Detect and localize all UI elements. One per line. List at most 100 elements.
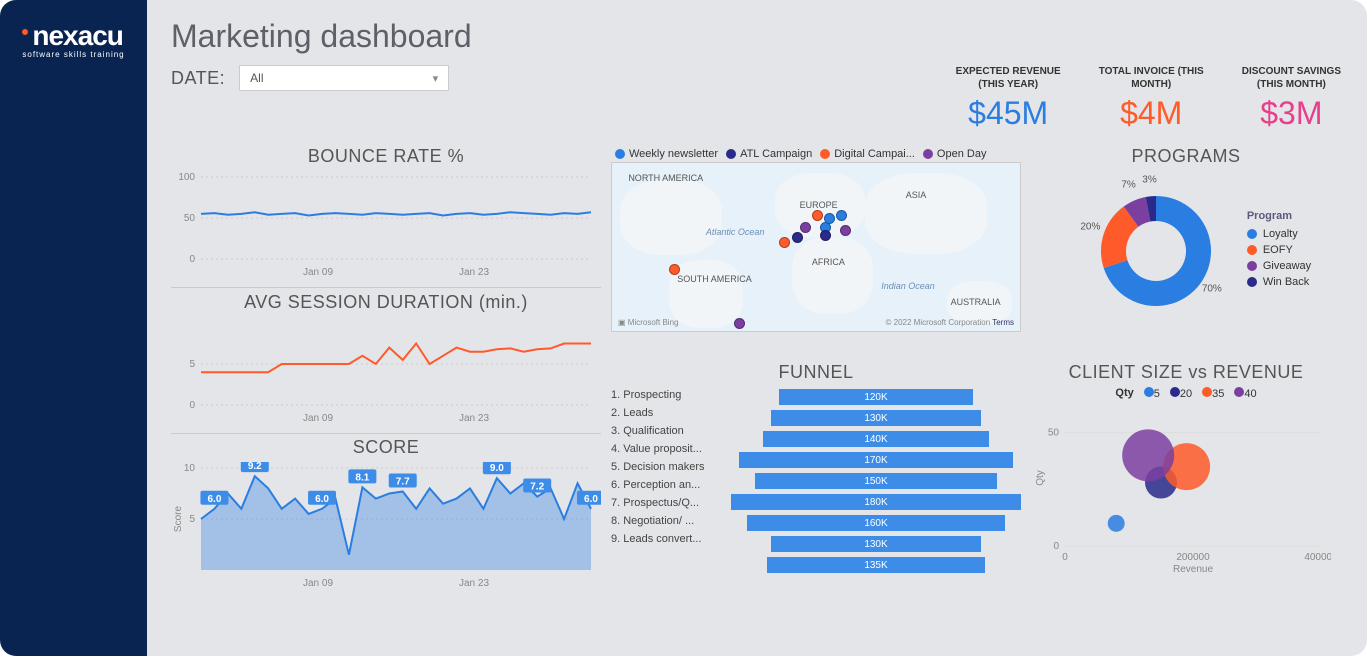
map-region-label: EUROPE (800, 200, 838, 210)
programs-legend-item[interactable]: Win Back (1247, 276, 1311, 288)
map-datapoint[interactable] (669, 264, 680, 275)
svg-text:Jan 23: Jan 23 (459, 578, 489, 589)
map-legend-item[interactable]: Open Day (923, 148, 987, 160)
funnel-bar[interactable]: 170K (739, 452, 1013, 468)
funnel-bar[interactable]: 120K (779, 389, 972, 405)
client-chart[interactable]: 0 50 0 200000 400000 Revenue Qty (1031, 404, 1341, 574)
funnel-bar[interactable]: 160K (747, 515, 1005, 531)
svg-text:Qty: Qty (1035, 470, 1046, 486)
map-datapoint[interactable] (840, 225, 851, 236)
programs-legend: Program Loyalty EOFY Giveaway Win Back (1247, 210, 1311, 292)
funnel-stage-label: 5. Decision makers (611, 461, 731, 473)
map-datapoint[interactable] (734, 318, 745, 329)
funnel-bar[interactable]: 180K (731, 494, 1021, 510)
funnel-stage-label: 9. Leads convert... (611, 533, 731, 545)
col-timeseries: BOUNCE RATE % 050100Jan 09Jan 23 AVG SES… (171, 146, 601, 592)
svg-text:0: 0 (189, 254, 195, 265)
client-legend-item[interactable]: 40 (1234, 387, 1256, 400)
svg-text:5: 5 (189, 359, 195, 370)
map-datapoint[interactable] (792, 232, 803, 243)
kpi-value: $3M (1242, 95, 1341, 132)
sidebar: nexacu software skills training (0, 0, 147, 656)
bounce-title: BOUNCE RATE % (171, 146, 601, 167)
funnel-stage-label: 7. Prospectus/Q... (611, 497, 731, 509)
client-legend-item[interactable]: 5 (1144, 387, 1160, 400)
bounce-chart[interactable]: 050100Jan 09Jan 23 (171, 171, 601, 281)
map-region-label: ASIA (906, 190, 927, 200)
svg-text:200000: 200000 (1176, 552, 1210, 563)
programs-legend-item[interactable]: Loyalty (1247, 228, 1311, 240)
svg-text:10: 10 (184, 463, 196, 474)
funnel-stage-label: 1. Prospecting (611, 389, 731, 401)
funnel-bar[interactable]: 135K (767, 557, 985, 573)
date-label: DATE: (171, 68, 225, 89)
funnel-stage-label: 3. Qualification (611, 425, 731, 437)
kpi-label: TOTAL INVOICE (THISMONTH) (1099, 65, 1204, 91)
svg-text:100: 100 (178, 172, 195, 183)
date-dropdown-value: All (250, 71, 263, 85)
svg-text:7.7: 7.7 (396, 476, 410, 487)
svg-text:9.0: 9.0 (490, 463, 504, 474)
funnel-chart[interactable]: 1. Prospecting2. Leads3. Qualification4.… (611, 387, 1021, 573)
session-chart[interactable]: 05Jan 09Jan 23 (171, 317, 601, 427)
client-legend: Qty5203540 (1031, 387, 1341, 400)
programs-legend-item[interactable]: Giveaway (1247, 260, 1311, 272)
map-datapoint[interactable] (779, 237, 790, 248)
programs-legend-item[interactable]: EOFY (1247, 244, 1311, 256)
kpi-value: $4M (1099, 95, 1204, 132)
svg-text:20%: 20% (1080, 222, 1100, 233)
funnel-stage-label: 4. Value proposit... (611, 443, 731, 455)
svg-text:Jan 23: Jan 23 (459, 267, 489, 278)
map-attrib-copy: © 2022 Microsoft Corporation Terms (886, 318, 1014, 327)
funnel-bar[interactable]: 140K (763, 431, 989, 447)
map-datapoint[interactable] (800, 222, 811, 233)
kpi-row: EXPECTED REVENUE(THIS YEAR) $45M TOTAL IN… (956, 65, 1341, 132)
programs-chart[interactable]: 70% 20% 7% 3% Program Loyalty EOFY Giveaway Win… (1031, 171, 1341, 331)
programs-legend-title: Program (1247, 210, 1311, 222)
kpi-value: $45M (956, 95, 1061, 132)
svg-text:6.0: 6.0 (315, 494, 329, 505)
svg-text:8.1: 8.1 (355, 472, 369, 483)
kpi-card: TOTAL INVOICE (THISMONTH) $4M (1099, 65, 1204, 132)
map-legend-item[interactable]: Weekly newsletter (615, 148, 718, 160)
svg-text:50: 50 (184, 213, 196, 224)
map-region-label: AFRICA (812, 257, 845, 267)
map-visual[interactable]: NORTH AMERICASOUTH AMERICAEUROPEAFRICAAS… (611, 162, 1021, 332)
client-title: CLIENT SIZE vs REVENUE (1031, 362, 1341, 383)
funnel-bar[interactable]: 130K (771, 536, 980, 552)
svg-text:50: 50 (1048, 428, 1060, 439)
svg-text:Revenue: Revenue (1173, 564, 1213, 574)
svg-text:6.0: 6.0 (584, 494, 598, 505)
svg-text:0: 0 (189, 400, 195, 411)
funnel-stage-label: 8. Negotiation/ ... (611, 515, 731, 527)
svg-text:7%: 7% (1121, 180, 1136, 191)
funnel-bar[interactable]: 150K (755, 473, 997, 489)
svg-text:3%: 3% (1142, 174, 1157, 185)
svg-text:0: 0 (1053, 541, 1059, 552)
client-legend-item[interactable]: 35 (1202, 387, 1224, 400)
score-title: SCORE (171, 437, 601, 458)
svg-text:400000: 400000 (1304, 552, 1331, 563)
map-legend-item[interactable]: Digital Campai... (820, 148, 915, 160)
kpi-card: EXPECTED REVENUE(THIS YEAR) $45M (956, 65, 1061, 132)
funnel-title: FUNNEL (611, 362, 1021, 383)
funnel-card: FUNNEL 1. Prospecting2. Leads3. Qualific… (611, 362, 1021, 592)
dashboard-root: nexacu software skills training Marketin… (0, 0, 1367, 656)
map-datapoint[interactable] (812, 210, 823, 221)
svg-text:6.0: 6.0 (207, 494, 221, 505)
funnel-bar[interactable]: 130K (771, 410, 980, 426)
svg-text:7.2: 7.2 (530, 482, 544, 493)
map-legend: Weekly newsletter ATL Campaign Digital Cam… (611, 146, 1021, 162)
date-dropdown[interactable]: All ▾ (239, 65, 449, 91)
svg-text:Jan 09: Jan 09 (303, 413, 333, 424)
client-legend-item[interactable]: 20 (1170, 387, 1192, 400)
svg-text:70%: 70% (1202, 284, 1222, 295)
score-chart[interactable]: 510Jan 09Jan 23Score6.09.26.08.17.79.07.… (171, 462, 601, 592)
svg-text:0: 0 (1062, 552, 1068, 563)
svg-text:Jan 09: Jan 09 (303, 578, 333, 589)
map-terms-link[interactable]: Terms (992, 318, 1014, 327)
map-legend-item[interactable]: ATL Campaign (726, 148, 812, 160)
date-filter: DATE: All ▾ (171, 65, 449, 91)
logo: nexacu software skills training (22, 20, 124, 59)
kpi-label: EXPECTED REVENUE(THIS YEAR) (956, 65, 1061, 91)
